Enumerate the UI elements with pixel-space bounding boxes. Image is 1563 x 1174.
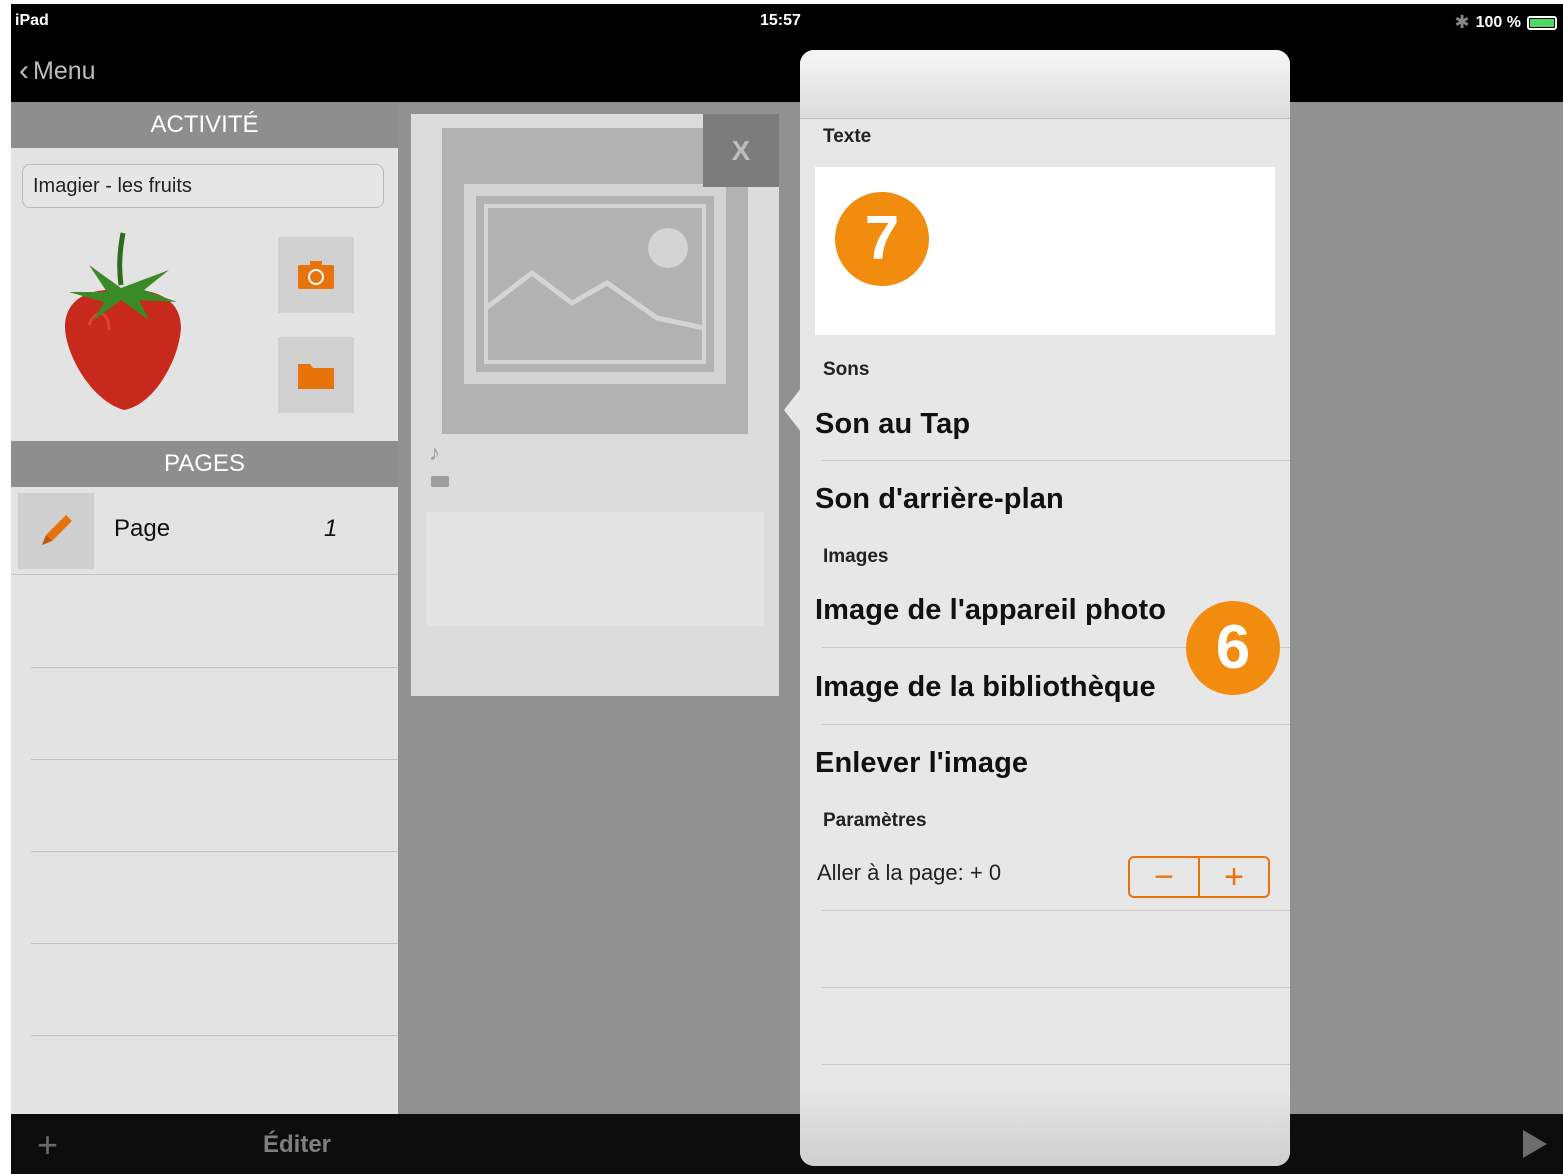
page-label: Page — [114, 515, 171, 542]
status-bar: iPad 15:57 ✱ 100 % — [11, 4, 1563, 38]
pencil-icon — [42, 515, 72, 545]
section-images-header: Images — [823, 546, 889, 567]
row-separator — [822, 724, 1290, 725]
section-settings-header: Paramètres — [823, 810, 927, 831]
nav-bar: ‹ Menu — [11, 38, 1563, 102]
popover-arrow — [784, 388, 801, 432]
page-preview-card[interactable]: X ♪ — [411, 114, 779, 696]
list-separator — [31, 759, 398, 760]
row-separator — [822, 1064, 1290, 1065]
back-button[interactable]: ‹ Menu — [19, 56, 96, 86]
list-separator — [31, 943, 398, 944]
library-image-item[interactable]: Image de la bibliothèque — [815, 671, 1156, 704]
bottom-toolbar: + Éditer — [11, 1114, 1563, 1174]
camera-button[interactable] — [278, 237, 354, 313]
page-list-item[interactable]: Page 1 — [11, 488, 398, 575]
chevron-left-icon: ‹ — [19, 54, 29, 87]
list-separator — [31, 851, 398, 852]
remove-image-item[interactable]: Enlever l'image — [815, 747, 1028, 780]
goto-page-label: Aller à la page: + 0 — [817, 860, 1002, 885]
sound-on-tap-item[interactable]: Son au Tap — [815, 408, 970, 441]
ipad-screen: iPad 15:57 ✱ 100 % ‹ Menu ACTIVITÉ Imagi… — [11, 4, 1563, 1174]
carrier-label: iPad — [15, 12, 49, 29]
add-page-button[interactable]: + — [37, 1124, 58, 1166]
folder-button[interactable] — [278, 337, 354, 413]
battery-icon — [1527, 15, 1557, 30]
pages-header: PAGES — [11, 441, 398, 487]
callout-badge-6: 6 — [1186, 601, 1280, 695]
play-icon[interactable] — [1523, 1130, 1547, 1158]
camera-icon — [298, 261, 334, 289]
sidebar: ACTIVITÉ Imagier - les fruits PAGES Page… — [11, 102, 398, 1114]
music-note-icon: ♪ — [429, 440, 440, 465]
section-text-header: Texte — [823, 126, 872, 147]
battery-percent: 100 % — [1475, 13, 1521, 31]
decrement-button[interactable]: − — [1130, 858, 1198, 896]
increment-button[interactable]: + — [1198, 858, 1268, 896]
section-sounds-header: Sons — [823, 359, 870, 380]
strawberry-image — [64, 232, 181, 410]
folder-icon — [298, 364, 334, 389]
popover-header — [800, 50, 1290, 119]
list-separator — [31, 1035, 398, 1036]
back-label: Menu — [33, 56, 96, 85]
bluetooth-icon: ✱ — [1454, 12, 1470, 32]
row-separator — [822, 910, 1290, 911]
activity-header: ACTIVITÉ — [11, 102, 398, 148]
popover-footer — [800, 1086, 1290, 1166]
voicemail-icon — [431, 476, 449, 487]
goto-page-stepper[interactable]: − + — [1128, 856, 1270, 898]
camera-image-item[interactable]: Image de l'appareil photo — [815, 594, 1166, 627]
status-right: ✱ 100 % — [1455, 12, 1557, 33]
activity-name-field[interactable]: Imagier - les fruits — [22, 164, 384, 208]
edit-page-button[interactable] — [18, 493, 94, 569]
row-separator — [822, 460, 1290, 461]
row-separator — [822, 987, 1290, 988]
close-button[interactable]: X — [703, 114, 779, 187]
page-number: 1 — [324, 515, 338, 542]
clock: 15:57 — [760, 12, 801, 29]
background-sound-item[interactable]: Son d'arrière-plan — [815, 483, 1064, 516]
list-separator — [31, 667, 398, 668]
edit-button[interactable]: Éditer — [263, 1131, 331, 1159]
callout-badge-7: 7 — [835, 192, 929, 286]
preview-text-area — [427, 512, 764, 626]
